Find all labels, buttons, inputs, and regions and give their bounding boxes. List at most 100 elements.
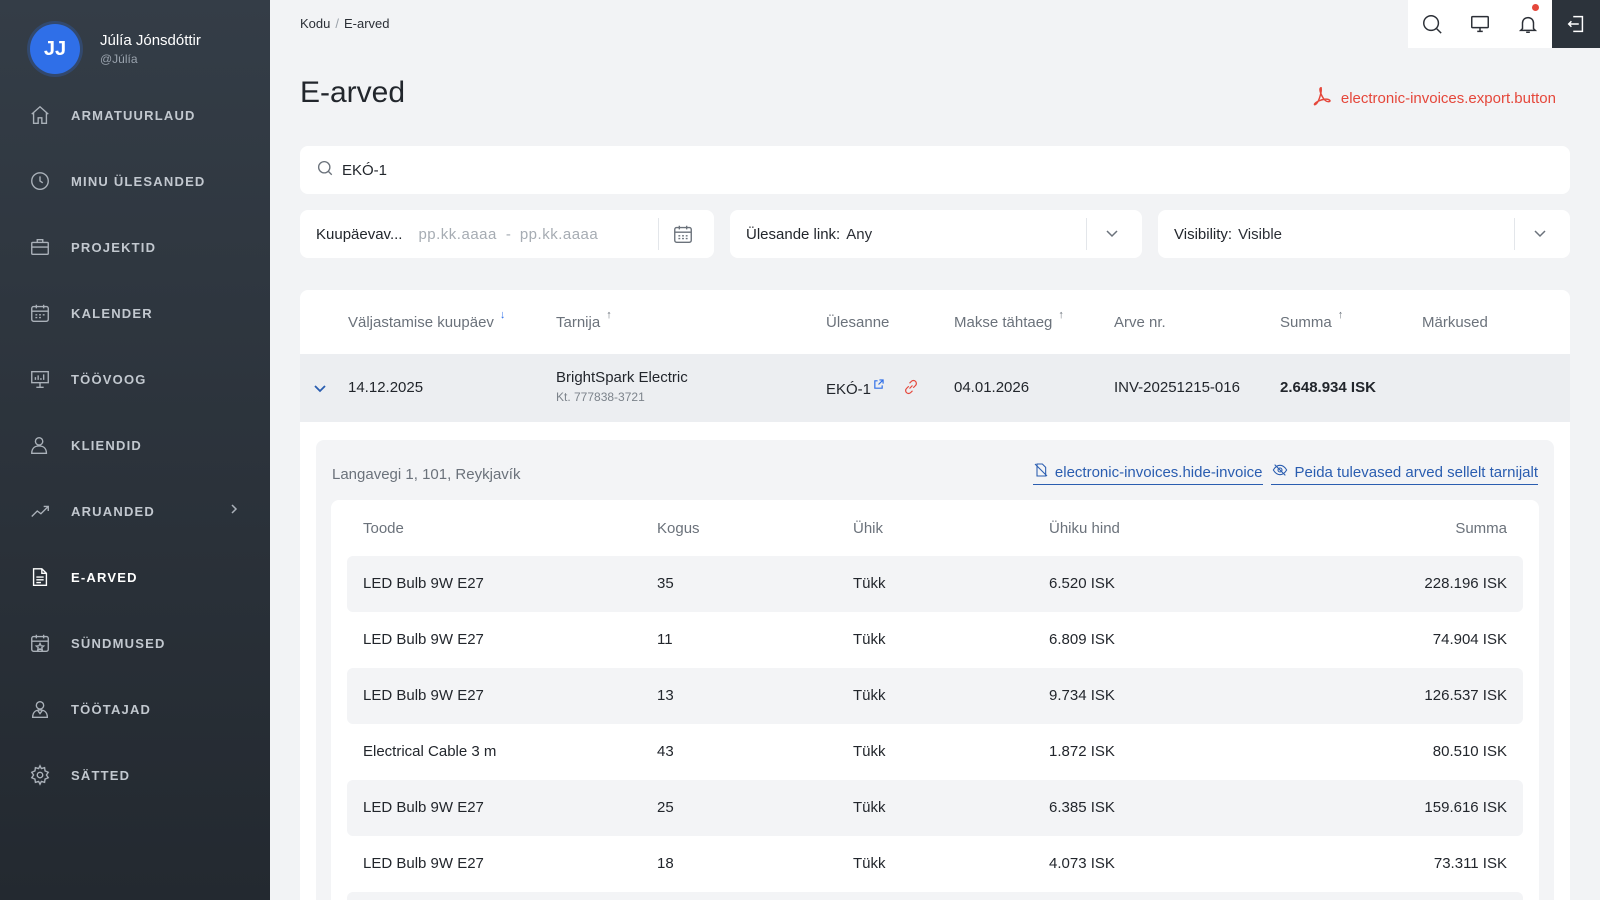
column-quantity: Kogus bbox=[657, 520, 700, 537]
search-input[interactable]: EKÓ-1 bbox=[300, 146, 1570, 194]
sidebar: JJ Júlía Jónsdóttir @Júlía ARMATUURLAUD … bbox=[0, 0, 270, 900]
sidebar-item-tootajad[interactable]: TÖÖTAJAD bbox=[0, 676, 270, 742]
search-value: EKÓ-1 bbox=[342, 161, 388, 179]
calendar-icon[interactable] bbox=[672, 223, 694, 249]
chevron-down-icon[interactable] bbox=[1104, 225, 1120, 245]
date-to-input[interactable]: pp.kk.aaaa bbox=[520, 226, 598, 243]
sidebar-item-kliendid[interactable]: KLIENDID bbox=[0, 412, 270, 478]
sidebar-item-label: ARMATUURLAUD bbox=[71, 107, 196, 123]
date-from-input[interactable]: pp.kk.aaaa bbox=[418, 226, 496, 243]
item-product: LED Bulb 9W E27 bbox=[363, 575, 484, 592]
sidebar-item-e-arved[interactable]: E-ARVED bbox=[0, 544, 270, 610]
user-profile[interactable]: JJ Júlía Jónsdóttir @Júlía bbox=[30, 24, 201, 74]
column-unit-price: Ühiku hind bbox=[1049, 520, 1120, 537]
invoices-table: Väljastamise kuupäev ↓ Tarnija ↑ Ülesanne … bbox=[300, 290, 1570, 900]
sidebar-item-minu-ulesanded[interactable]: MINU ÜLESANDED bbox=[0, 148, 270, 214]
sort-desc-icon: ↓ bbox=[499, 309, 506, 321]
avatar[interactable]: JJ bbox=[30, 24, 80, 74]
link-icon[interactable] bbox=[902, 378, 920, 400]
chevron-down-icon[interactable] bbox=[312, 380, 328, 400]
document-icon bbox=[28, 565, 52, 589]
item-sum: 228.196 ISK bbox=[1424, 575, 1507, 592]
column-issue-date[interactable]: Väljastamise kuupäev ↓ bbox=[348, 309, 505, 331]
date-separator: - bbox=[505, 225, 511, 243]
monitor-icon[interactable] bbox=[1456, 0, 1504, 48]
task-link-filter[interactable]: Ülesande link: Any bbox=[730, 210, 1142, 258]
sort-asc-icon: ↑ bbox=[1337, 309, 1344, 321]
search-icon bbox=[316, 159, 334, 181]
list-item bbox=[347, 892, 1523, 900]
sidebar-item-label: E-ARVED bbox=[71, 569, 138, 585]
supplier-address: Langavegi 1, 101, Reykjavík bbox=[332, 466, 521, 483]
sidebar-item-sundmused[interactable]: SÜNDMUSED bbox=[0, 610, 270, 676]
hide-future-label: Peida tulevased arved sellelt tarnijalt bbox=[1294, 463, 1538, 481]
sidebar-item-label: TÖÖVOOG bbox=[71, 371, 147, 387]
item-unit-price: 6.385 ISK bbox=[1049, 799, 1115, 816]
item-unit: Tükk bbox=[853, 631, 886, 648]
date-filter-label: Kuupäevav... bbox=[316, 225, 403, 243]
hide-future-invoices-link[interactable]: Peida tulevased arved sellelt tarnijalt bbox=[1270, 462, 1538, 485]
export-button[interactable]: electronic-invoices.export.button bbox=[1311, 85, 1556, 111]
sidebar-item-aruanded[interactable]: ARUANDED bbox=[0, 478, 270, 544]
sidebar-item-satted[interactable]: SÄTTED bbox=[0, 742, 270, 808]
item-sum: 159.616 ISK bbox=[1424, 799, 1507, 816]
supplier-id: Kt. 777838-3721 bbox=[556, 390, 645, 404]
pdf-icon bbox=[1311, 85, 1341, 111]
sidebar-item-toovoog[interactable]: TÖÖVOOG bbox=[0, 346, 270, 412]
item-product: LED Bulb 9W E27 bbox=[363, 799, 484, 816]
sidebar-item-label: SÜNDMUSED bbox=[71, 635, 166, 651]
column-label: Tarnija bbox=[556, 314, 601, 331]
notification-dot bbox=[1531, 3, 1540, 12]
item-unit-price: 1.872 ISK bbox=[1049, 743, 1115, 760]
item-unit: Tükk bbox=[853, 743, 886, 760]
column-product: Toode bbox=[363, 520, 404, 537]
sidebar-item-armatuurlaud[interactable]: ARMATUURLAUD bbox=[0, 82, 270, 148]
eye-off-icon bbox=[1271, 462, 1295, 482]
list-item: LED Bulb 9W E27 25 Tükk 6.385 ISK 159.61… bbox=[347, 780, 1523, 836]
gear-icon bbox=[28, 763, 52, 787]
column-label: Summa bbox=[1280, 314, 1332, 331]
bell-icon[interactable] bbox=[1504, 0, 1552, 48]
column-sum[interactable]: Summa ↑ bbox=[1280, 309, 1343, 331]
item-product: LED Bulb 9W E27 bbox=[363, 631, 484, 648]
search-icon[interactable] bbox=[1408, 0, 1456, 48]
column-notes: Märkused bbox=[1422, 314, 1488, 331]
list-item: Electrical Cable 3 m 43 Tükk 1.872 ISK 8… bbox=[347, 724, 1523, 780]
item-unit: Tükk bbox=[853, 855, 886, 872]
item-quantity: 18 bbox=[657, 855, 674, 872]
clock-icon bbox=[28, 169, 52, 193]
divider bbox=[658, 218, 659, 250]
user-icon bbox=[28, 433, 52, 457]
visibility-filter[interactable]: Visibility: Visible bbox=[1158, 210, 1570, 258]
breadcrumb-home[interactable]: Kodu bbox=[300, 16, 330, 31]
task-link[interactable]: EKÓ-1 bbox=[826, 381, 871, 398]
item-unit: Tükk bbox=[853, 799, 886, 816]
chevron-right-icon bbox=[228, 502, 240, 521]
task-filter-label: Ülesande link: bbox=[746, 225, 841, 243]
items-header: Toode Kogus Ühik Ühiku hind Summa bbox=[331, 500, 1539, 556]
briefcase-icon bbox=[28, 235, 52, 259]
divider bbox=[1514, 218, 1515, 250]
sidebar-item-label: KALENDER bbox=[71, 305, 153, 321]
column-invoice-no: Arve nr. bbox=[1114, 314, 1166, 331]
chevron-down-icon[interactable] bbox=[1532, 225, 1548, 245]
hide-invoice-link[interactable]: electronic-invoices.hide-invoice bbox=[1032, 462, 1263, 485]
divider bbox=[1086, 218, 1087, 250]
calendar-star-icon bbox=[28, 631, 52, 655]
item-sum: 74.904 ISK bbox=[1432, 631, 1507, 648]
column-supplier[interactable]: Tarnija ↑ bbox=[556, 309, 612, 331]
date-range-filter[interactable]: Kuupäevav... pp.kk.aaaa - pp.kk.aaaa bbox=[300, 210, 714, 258]
table-row[interactable]: 14.12.2025 BrightSpark Electric Kt. 7778… bbox=[300, 354, 1570, 422]
external-link-icon[interactable] bbox=[873, 377, 884, 394]
column-due-date[interactable]: Makse tähtaeg ↑ bbox=[954, 309, 1064, 331]
sidebar-item-projektid[interactable]: PROJEKTID bbox=[0, 214, 270, 280]
issue-date: 14.12.2025 bbox=[348, 379, 424, 396]
users-icon bbox=[28, 697, 52, 721]
item-unit-price: 6.809 ISK bbox=[1049, 631, 1115, 648]
logout-icon[interactable] bbox=[1552, 0, 1600, 48]
item-unit: Tükk bbox=[853, 687, 886, 704]
sidebar-item-label: ARUANDED bbox=[71, 503, 155, 519]
list-item: LED Bulb 9W E27 13 Tükk 9.734 ISK 126.53… bbox=[347, 668, 1523, 724]
sidebar-item-kalender[interactable]: KALENDER bbox=[0, 280, 270, 346]
sidebar-item-label: KLIENDID bbox=[71, 437, 142, 453]
